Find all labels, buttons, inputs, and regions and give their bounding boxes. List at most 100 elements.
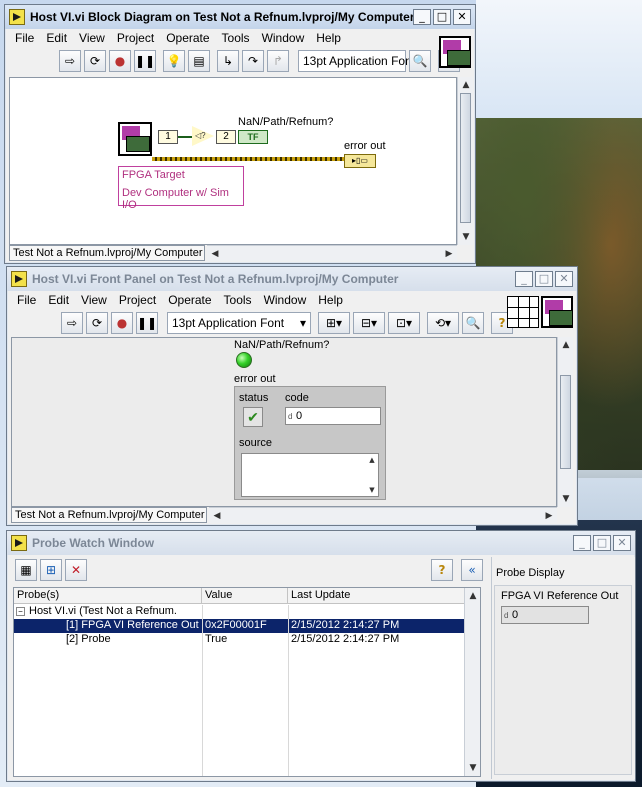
minimize-button[interactable]: _ [413, 9, 431, 25]
pause-icon[interactable]: ❚❚ [136, 312, 158, 334]
block-diagram-window: Host VI.vi Block Diagram on Test Not a R… [4, 4, 476, 264]
open-fpga-vi-reference-node[interactable] [118, 122, 152, 156]
step-out-icon[interactable]: ↱ [267, 50, 289, 72]
menu-tools[interactable]: Tools [218, 293, 258, 307]
scroll-up-arrow[interactable]: ▲ [458, 77, 474, 93]
block-diagram-canvas[interactable]: FPGA Target Dev Computer w/ Sim I/O 1 ◁?… [9, 77, 457, 245]
menu-view[interactable]: View [73, 31, 111, 45]
maximize-button[interactable]: □ [535, 271, 553, 287]
scroll-up-arrow[interactable]: ▲ [366, 454, 378, 466]
vi-icon[interactable] [541, 296, 573, 328]
search-icon[interactable]: 🔍 [462, 312, 484, 334]
highlight-execution-icon[interactable]: 💡 [163, 50, 185, 72]
connector-pane-icon[interactable] [507, 296, 539, 328]
menu-tools[interactable]: Tools [216, 31, 256, 45]
close-button[interactable]: ✕ [613, 535, 631, 551]
fpga-target-config-box[interactable]: FPGA Target Dev Computer w/ Sim I/O [118, 166, 244, 211]
fpga-ref-value: 0 [512, 609, 519, 621]
abort-icon[interactable]: ● [111, 312, 133, 334]
block-diagram-vscroll[interactable]: ▲ ▼ [457, 77, 473, 245]
abort-icon[interactable]: ● [109, 50, 131, 72]
scroll-thumb[interactable] [460, 93, 471, 223]
probe-table-vscroll[interactable]: ▲ ▼ [464, 588, 480, 776]
menu-file[interactable]: File [11, 293, 42, 307]
menu-project[interactable]: Project [113, 293, 162, 307]
close-button[interactable]: ✕ [555, 271, 573, 287]
constant-two[interactable]: 2 [216, 130, 236, 144]
scroll-up-arrow[interactable]: ▲ [558, 337, 574, 353]
probe-watch-titlebar[interactable]: Probe Watch Window _ □ ✕ [7, 531, 635, 555]
minimize-button[interactable]: _ [515, 271, 533, 287]
block-diagram-titlebar[interactable]: Host VI.vi Block Diagram on Test Not a R… [5, 5, 475, 29]
nan-boolean-indicator[interactable]: TF [238, 130, 268, 144]
scroll-right-arrow[interactable]: ▶ [441, 246, 457, 262]
scroll-right-arrow[interactable]: ▶ [541, 508, 557, 524]
step-over-icon[interactable]: ↷ [242, 50, 264, 72]
table-row[interactable]: [2] Probe True 2/15/2012 2:14:27 PM [14, 633, 468, 647]
front-panel-hscroll[interactable]: ◀ ▶ [209, 507, 557, 523]
menu-view[interactable]: View [75, 293, 113, 307]
menu-window[interactable]: Window [256, 31, 311, 45]
collapse-icon[interactable]: − [16, 607, 25, 616]
scroll-left-arrow[interactable]: ◀ [207, 246, 223, 262]
column-probes[interactable]: Probe(s) [14, 588, 202, 603]
add-probe-icon[interactable]: ⊞ [40, 559, 62, 581]
menu-help[interactable]: Help [312, 293, 349, 307]
align-objects-icon[interactable]: ⊞▾ [318, 312, 350, 334]
distribute-objects-icon[interactable]: ⊟▾ [353, 312, 385, 334]
step-into-icon[interactable]: ↳ [217, 50, 239, 72]
collapse-panel-icon[interactable]: « [461, 559, 483, 581]
scroll-down-arrow[interactable]: ▼ [558, 491, 574, 507]
code-numeric-field[interactable]: d0 [285, 407, 381, 425]
vi-connector-icon[interactable] [439, 36, 471, 68]
scroll-thumb[interactable] [560, 375, 571, 469]
scroll-down-arrow[interactable]: ▼ [366, 484, 378, 496]
constant-one[interactable]: 1 [158, 130, 178, 144]
resize-objects-icon[interactable]: ⊡▾ [388, 312, 420, 334]
scroll-left-arrow[interactable]: ◀ [209, 508, 225, 524]
menu-project[interactable]: Project [111, 31, 160, 45]
menu-window[interactable]: Window [258, 293, 313, 307]
front-panel-canvas[interactable]: NaN/Path/Refnum? error out status ✔ code… [11, 337, 557, 507]
table-row[interactable]: [1] FPGA VI Reference Out 0x2F00001F 2/1… [14, 619, 468, 633]
font-select[interactable]: 13pt Application Font [298, 50, 415, 72]
run-arrow-icon[interactable]: ⇨ [59, 50, 81, 72]
front-panel-window: Host VI.vi Front Panel on Test Not a Ref… [6, 266, 578, 526]
error-out-indicator[interactable]: ▸▯▭ [344, 154, 376, 168]
menu-operate[interactable]: Operate [160, 31, 215, 45]
menu-edit[interactable]: Edit [42, 293, 75, 307]
menu-help[interactable]: Help [310, 31, 347, 45]
search-icon[interactable]: 🔍 [409, 50, 431, 72]
retain-wire-values-icon[interactable]: ▤ [188, 50, 210, 72]
status-checkmark-icon[interactable]: ✔ [243, 407, 263, 427]
error-out-cluster: status ✔ code d0 source ▲ ▼ [234, 386, 386, 500]
maximize-button[interactable]: □ [433, 9, 451, 25]
block-diagram-hscroll[interactable]: ◀ ▶ [207, 245, 457, 261]
delete-probe-icon[interactable]: ✕ [65, 559, 87, 581]
run-continuously-icon[interactable]: ⟳ [86, 312, 108, 334]
font-select[interactable]: 13pt Application Font ▾ [167, 312, 311, 334]
menu-file[interactable]: File [9, 31, 40, 45]
new-probe-icon[interactable]: ▦ [15, 559, 37, 581]
source-text-field[interactable]: ▲ ▼ [241, 453, 379, 497]
maximize-button[interactable]: □ [593, 535, 611, 551]
minimize-button[interactable]: _ [573, 535, 591, 551]
close-button[interactable]: ✕ [453, 9, 471, 25]
help-icon[interactable]: ? [431, 559, 453, 581]
scroll-up-arrow[interactable]: ▲ [465, 588, 480, 604]
run-continuously-icon[interactable]: ⟳ [84, 50, 106, 72]
column-last-update[interactable]: Last Update [288, 588, 468, 603]
scroll-down-arrow[interactable]: ▼ [465, 760, 480, 776]
front-panel-vscroll[interactable]: ▲ ▼ [557, 337, 573, 507]
probe-table[interactable]: Probe(s) Value Last Update − Host VI.vi (… [13, 587, 481, 777]
menu-operate[interactable]: Operate [162, 293, 217, 307]
front-panel-titlebar[interactable]: Host VI.vi Front Panel on Test Not a Ref… [7, 267, 577, 291]
table-row[interactable]: − Host VI.vi (Test Not a Refnum. [14, 605, 468, 619]
fpga-ref-value-field[interactable]: d0 [501, 606, 589, 624]
scroll-down-arrow[interactable]: ▼ [458, 229, 474, 245]
reorder-icon[interactable]: ⟲▾ [427, 312, 459, 334]
column-value[interactable]: Value [202, 588, 288, 603]
pause-icon[interactable]: ❚❚ [134, 50, 156, 72]
menu-edit[interactable]: Edit [40, 31, 73, 45]
run-arrow-icon[interactable]: ⇨ [61, 312, 83, 334]
